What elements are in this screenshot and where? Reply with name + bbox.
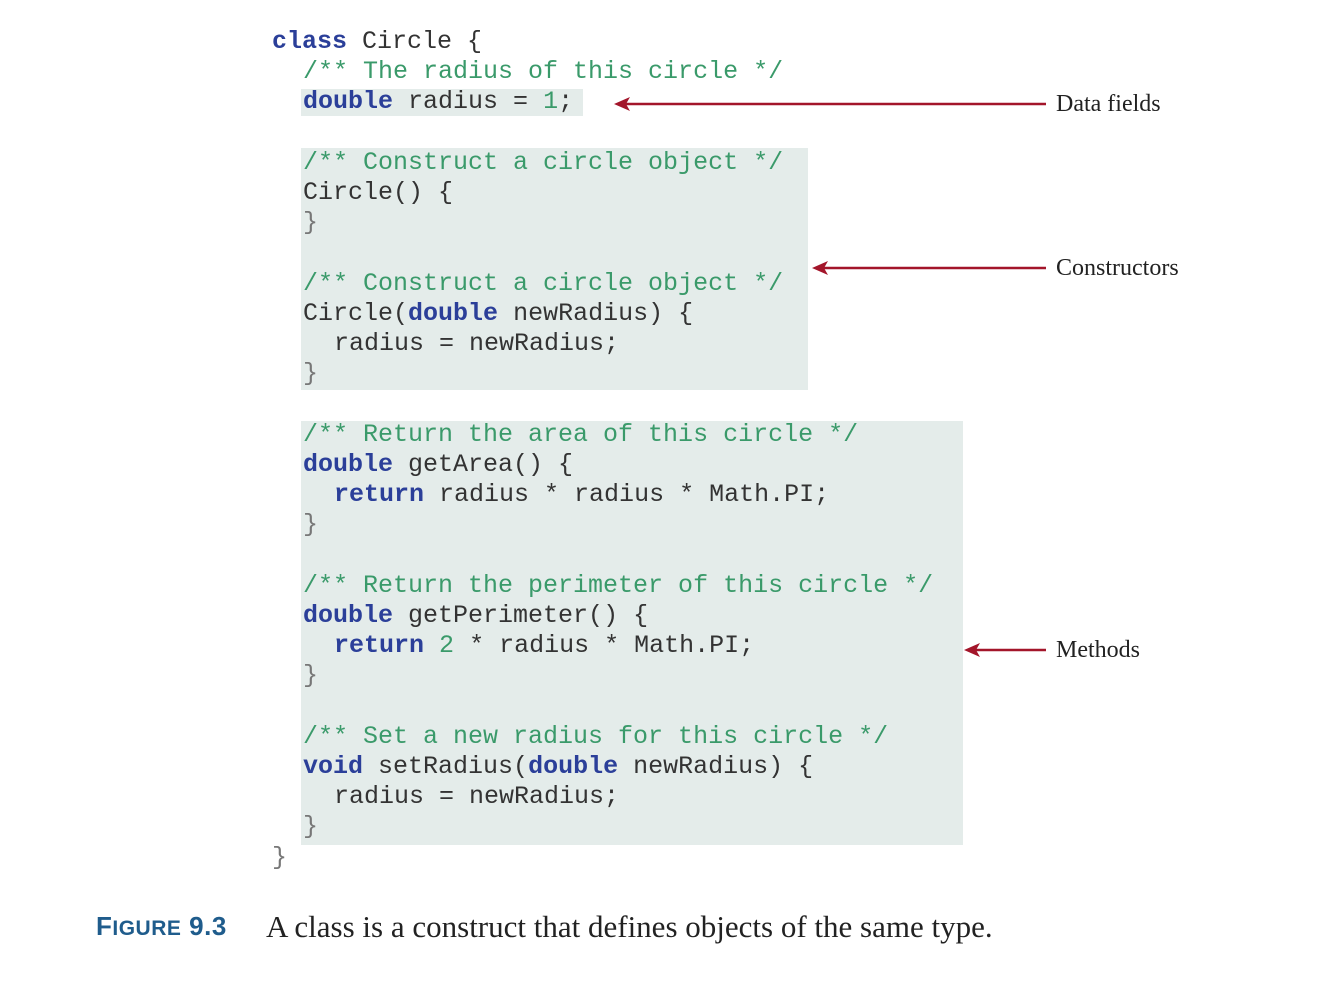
field-value: 1 (543, 87, 559, 116)
comment-perimeter: /** Return the perimeter of this circle … (303, 571, 934, 600)
perimeter-close-brace: } (303, 661, 319, 690)
data-fields-arrow (614, 97, 1046, 111)
code-line-ctor1-close: } (303, 208, 318, 238)
label-constructors: Constructors (1056, 255, 1179, 281)
ctor2-rest: newRadius) { (513, 299, 694, 328)
perimeter-signature: getPerimeter() { (408, 601, 649, 630)
code-line-set-close: } (303, 812, 318, 842)
code-line-comment-ctor2: /** Construct a circle object */ (303, 269, 783, 299)
code-line-class: class Circle { (272, 27, 482, 57)
code-line-class-close: } (272, 843, 287, 873)
comment-ctor2: /** Construct a circle object */ (303, 269, 784, 298)
code-line-comment-ctor1: /** Construct a circle object */ (303, 148, 783, 178)
keyword-class: class (272, 27, 348, 56)
set-name: setRadius( (378, 752, 529, 781)
ctor2-name: Circle( (303, 299, 409, 328)
code-line-comment-area: /** Return the area of this circle */ (303, 420, 858, 450)
code-line-ctor2: Circle(double newRadius) { (303, 299, 693, 329)
set-body: radius = newRadius; (334, 782, 620, 811)
code-line-area: double getArea() { (303, 450, 573, 480)
class-close-brace: } (272, 843, 288, 872)
area-return-type: double (303, 450, 394, 479)
set-param-type: double (528, 752, 619, 781)
label-data-fields: Data fields (1056, 91, 1161, 117)
set-return-type: void (303, 752, 364, 781)
code-line-comment-perimeter: /** Return the perimeter of this circle … (303, 571, 933, 601)
methods-arrow (964, 643, 1046, 657)
code-line-perimeter-close: } (303, 661, 318, 691)
code-line-set: void setRadius(double newRadius) { (303, 752, 813, 782)
figure-word-rest: IGURE (112, 917, 182, 940)
ctor2-param-type: double (408, 299, 499, 328)
perimeter-return-expression: * radius * Math.PI; (469, 631, 755, 660)
set-close-brace: } (303, 812, 319, 841)
perimeter-return-number: 2 (439, 631, 455, 660)
area-close-brace: } (303, 510, 319, 539)
code-line-ctor1: Circle() { (303, 178, 453, 208)
figure-number-value: 9.3 (189, 911, 227, 941)
code-line-comment-radius: /** The radius of this circle */ (303, 57, 783, 87)
label-methods: Methods (1056, 637, 1140, 663)
ctor2-body: radius = newRadius; (334, 329, 620, 358)
perimeter-return-type: double (303, 601, 394, 630)
area-return-expression: radius * radius * Math.PI; (439, 480, 830, 509)
set-rest: newRadius) { (633, 752, 814, 781)
code-line-perimeter-return: return 2 * radius * Math.PI; (334, 631, 754, 661)
code-line-field: double radius = 1; (303, 87, 573, 117)
comment-radius: /** The radius of this circle */ (303, 57, 784, 86)
field-name: radius = (408, 87, 529, 116)
ctor1-signature: Circle() { (303, 178, 454, 207)
ctor1-close-brace: } (303, 208, 319, 237)
code-line-area-close: } (303, 510, 318, 540)
code-line-area-return: return radius * radius * Math.PI; (334, 480, 829, 510)
comment-ctor1: /** Construct a circle object */ (303, 148, 784, 177)
figure-caption: A class is a construct that defines obje… (266, 909, 993, 944)
ctor2-close-brace: } (303, 359, 319, 388)
code-line-comment-set: /** Set a new radius for this circle */ (303, 722, 888, 752)
figure-word-initial: F (96, 911, 113, 941)
figure-number: FIGURE 9.3 (96, 911, 227, 942)
code-line-perimeter: double getPerimeter() { (303, 601, 648, 631)
field-end: ; (558, 87, 574, 116)
code-line-ctor2-body: radius = newRadius; (334, 329, 619, 359)
comment-set: /** Set a new radius for this circle */ (303, 722, 889, 751)
area-return-keyword: return (334, 480, 425, 509)
field-type: double (303, 87, 394, 116)
code-line-ctor2-close: } (303, 359, 318, 389)
code-line-set-body: radius = newRadius; (334, 782, 619, 812)
constructors-arrow (812, 261, 1046, 275)
class-name: Circle { (362, 27, 483, 56)
comment-area: /** Return the area of this circle */ (303, 420, 859, 449)
area-signature: getArea() { (408, 450, 574, 479)
perimeter-return-keyword: return (334, 631, 425, 660)
